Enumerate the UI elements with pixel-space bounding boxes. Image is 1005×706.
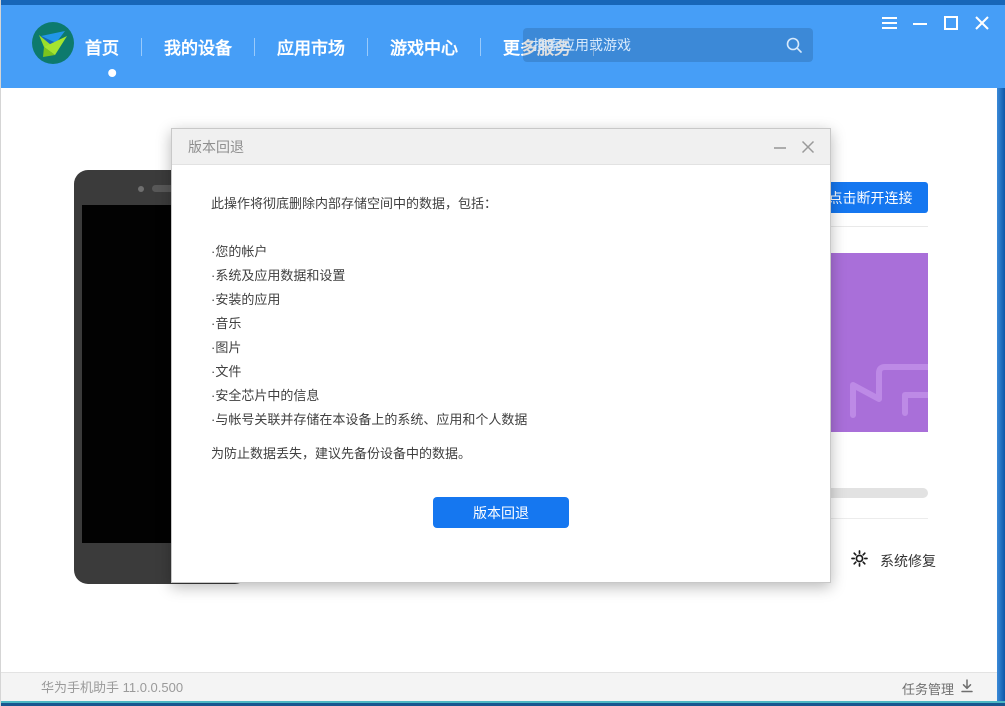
list-item: ·安全芯片中的信息 bbox=[211, 385, 319, 404]
list-item: ·图片 bbox=[211, 337, 241, 356]
dialog-intro-text: 此操作将彻底删除内部存储空间中的数据，包括： bbox=[211, 193, 497, 212]
list-item: ·安装的应用 bbox=[211, 289, 280, 308]
dialog-titlebar: 版本回退 bbox=[172, 129, 830, 165]
nav-item-app-market-label: 应用市场 bbox=[277, 39, 345, 58]
app-version-text: 华为手机助手 11.0.0.500 bbox=[41, 673, 183, 703]
menu-icon[interactable] bbox=[879, 13, 899, 33]
dialog-close-icon[interactable] bbox=[798, 137, 818, 157]
list-item: ·与帐号关联并存储在本设备上的系统、应用和个人数据 bbox=[211, 409, 527, 428]
dialog-title: 版本回退 bbox=[188, 129, 244, 165]
app-logo-icon[interactable] bbox=[31, 21, 75, 65]
nav-item-my-devices-label: 我的设备 bbox=[164, 39, 232, 58]
nav-item-my-devices[interactable]: 我的设备 bbox=[142, 34, 254, 59]
dialog-minimize-icon[interactable] bbox=[770, 137, 790, 157]
list-item: ·您的帐户 bbox=[211, 241, 267, 260]
download-icon bbox=[960, 679, 974, 698]
search-box[interactable] bbox=[523, 28, 813, 62]
system-repair-label: 系统修复 bbox=[880, 551, 936, 571]
nav-item-app-market[interactable]: 应用市场 bbox=[255, 34, 367, 59]
nav-item-game-center[interactable]: 游戏中心 bbox=[368, 34, 480, 59]
search-input[interactable] bbox=[533, 37, 785, 53]
window-right-border bbox=[997, 88, 1005, 706]
task-manager-label: 任务管理 bbox=[902, 679, 954, 698]
nav-item-game-center-label: 游戏中心 bbox=[390, 39, 458, 58]
system-repair-button[interactable]: 系统修复 bbox=[850, 549, 936, 573]
task-manager-button[interactable]: 任务管理 bbox=[902, 673, 974, 703]
list-item: ·音乐 bbox=[211, 313, 241, 332]
app-header: 首页 我的设备 应用市场 游戏中心 更多服务 bbox=[1, 5, 1005, 88]
active-nav-dot bbox=[108, 69, 116, 77]
list-item: ·系统及应用数据和设置 bbox=[211, 265, 345, 284]
search-icon[interactable] bbox=[785, 36, 803, 54]
minimize-icon[interactable] bbox=[910, 13, 930, 33]
status-bar: 华为手机助手 11.0.0.500 任务管理 bbox=[1, 672, 1005, 703]
phone-camera-dot bbox=[138, 186, 144, 192]
version-rollback-dialog: 版本回退 此操作将彻底删除内部存储空间中的数据，包括： ·您的帐户 ·系统及应用… bbox=[171, 128, 831, 583]
dialog-backup-note: 为防止数据丢失，建议先备份设备中的数据。 bbox=[211, 443, 471, 462]
version-rollback-button[interactable]: 版本回退 bbox=[433, 497, 569, 528]
nav-item-home-label: 首页 bbox=[85, 39, 119, 58]
nav-item-home[interactable]: 首页 bbox=[85, 34, 141, 59]
gear-icon bbox=[850, 549, 869, 573]
list-item: ·文件 bbox=[211, 361, 241, 380]
maximize-icon[interactable] bbox=[941, 13, 961, 33]
window-controls bbox=[879, 13, 992, 33]
close-icon[interactable] bbox=[972, 13, 992, 33]
main-nav: 首页 我的设备 应用市场 游戏中心 更多服务 bbox=[85, 5, 594, 88]
